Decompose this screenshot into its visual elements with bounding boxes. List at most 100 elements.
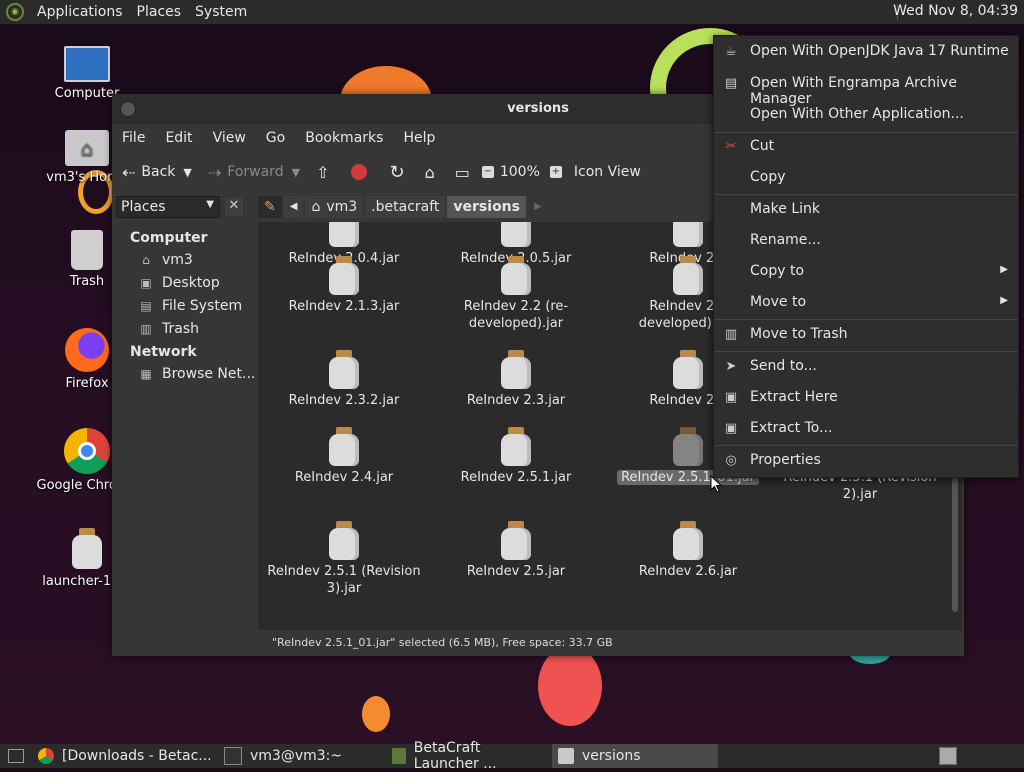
extract-icon: ▣	[724, 421, 738, 436]
forward-button[interactable]: ⇢ Forward	[208, 163, 284, 182]
submenu-arrow-icon: ▶	[1000, 264, 1008, 275]
terminal-icon	[224, 747, 242, 765]
jar-icon	[501, 222, 531, 248]
menu-bookmarks[interactable]: Bookmarks	[295, 130, 393, 146]
home-button[interactable]: ⌂	[425, 163, 435, 182]
home-icon: ⌂	[424, 162, 435, 182]
taskbar-item-label: versions	[582, 748, 641, 764]
home-icon: ⌂	[311, 199, 321, 215]
menu-item-move-to-trash[interactable]: ▥ Move to Trash	[714, 320, 1018, 350]
places-dropdown-label: Places	[121, 199, 166, 215]
file-item[interactable]: ReIndev 2.3.jar	[430, 350, 602, 409]
taskbar-item-betacraft[interactable]: BetaCraft Launcher ...	[386, 740, 552, 772]
places-menu[interactable]: Places	[130, 4, 189, 20]
menu-item-open-with-engrampa[interactable]: ▤ Open With Engrampa Archive Manager	[714, 69, 1018, 107]
status-bar: "ReIndev 2.5.1_01.jar" selected (6.5 MB)…	[258, 630, 964, 656]
reload-button[interactable]: ↻	[389, 162, 404, 183]
taskbar-item-versions[interactable]: versions	[552, 744, 718, 768]
stop-button[interactable]	[351, 164, 368, 180]
file-item[interactable]: ReIndev 2.5.jar	[430, 521, 602, 580]
app-icon	[392, 748, 406, 764]
menu-item-cut[interactable]: ✂ Cut	[714, 132, 1018, 162]
sidebar-item-trash[interactable]: ▥ Trash	[112, 317, 256, 340]
breadcrumb-back-arrow[interactable]: ◀	[283, 196, 304, 218]
breadcrumb-item-vm3[interactable]: ⌂ vm3	[305, 196, 364, 218]
sidebar-item-file-system[interactable]: ▤ File System	[112, 294, 256, 317]
sidebar-item-label: Trash	[162, 320, 199, 337]
zoom-out-icon: −	[481, 166, 494, 178]
breadcrumb-item-betacraft[interactable]: .betacraft	[365, 196, 446, 218]
system-menu[interactable]: System	[188, 4, 254, 20]
menu-item-send-to[interactable]: ➤ Send to...	[714, 352, 1018, 382]
chrome-icon	[64, 428, 110, 474]
menu-item-make-link[interactable]: Make Link	[714, 195, 1018, 225]
zoom-level[interactable]: 100%	[500, 164, 540, 180]
file-item[interactable]: ReIndev 2.4.jar	[258, 427, 430, 486]
menu-file[interactable]: File	[112, 130, 155, 146]
home-icon: ⌂	[142, 252, 150, 267]
bottom-panel: [Downloads - Betac... vm3@vm3:~ BetaCraf…	[0, 740, 1024, 772]
zoom-in-button[interactable]: +	[549, 166, 562, 178]
menu-item-move-to[interactable]: Move to ▶	[714, 288, 1018, 318]
show-desktop-button[interactable]	[0, 744, 32, 768]
sidebar-header-computer: Computer	[130, 230, 208, 246]
file-label: ReIndev 2.3.jar	[466, 393, 566, 408]
view-mode-selector[interactable]: Icon View	[574, 164, 641, 180]
menu-go[interactable]: Go	[256, 130, 295, 146]
zoom-in-icon: +	[549, 166, 562, 178]
menu-view[interactable]: View	[203, 130, 256, 146]
taskbar-item-downloads[interactable]: [Downloads - Betac...	[32, 744, 218, 768]
places-dropdown[interactable]: Places ▼	[116, 196, 220, 218]
sidebar-item-browse-network[interactable]: ▦ Browse Net...	[112, 362, 256, 385]
taskbar-item-terminal[interactable]: vm3@vm3:~	[218, 744, 386, 768]
back-button[interactable]: ⇠ Back	[122, 163, 175, 182]
file-item[interactable]: ReIndev 2.5.1.jar	[430, 427, 602, 486]
sidebar-item-desktop[interactable]: ▣ Desktop	[112, 271, 256, 294]
computer-button[interactable]: ▭	[455, 163, 470, 182]
back-label: Back	[141, 164, 176, 180]
workspace-switcher[interactable]	[939, 747, 957, 765]
arrow-left-icon: ⇠	[122, 162, 136, 182]
file-item[interactable]: ReIndev 2.6.jar	[602, 521, 774, 580]
file-label: ReIndev 2.2 (re-developed).jar	[463, 299, 569, 331]
jar-icon	[329, 256, 359, 296]
menu-item-rename[interactable]: Rename...	[714, 226, 1018, 256]
menu-help[interactable]: Help	[393, 130, 445, 146]
breadcrumb-item-versions[interactable]: versions	[447, 196, 526, 218]
back-history-dropdown[interactable]: ▼	[183, 166, 191, 179]
jar-icon	[329, 222, 359, 248]
desktop-icon-computer[interactable]: Computer	[32, 46, 142, 101]
breadcrumb-label: vm3	[326, 199, 358, 215]
applications-menu[interactable]: Applications	[30, 4, 130, 20]
menu-item-properties[interactable]: ◎ Properties	[714, 446, 1018, 476]
menu-item-open-with-java[interactable]: ☕ Open With OpenJDK Java 17 Runtime	[714, 37, 1018, 67]
close-sidebar-icon[interactable]: ✕	[225, 198, 243, 216]
menu-item-extract-here[interactable]: ▣ Extract Here	[714, 383, 1018, 413]
desktop-icon: ▣	[140, 275, 152, 290]
menu-item-open-with-other[interactable]: Open With Other Application...	[714, 100, 1018, 130]
arrow-right-icon: ⇢	[207, 162, 222, 182]
zoom-out-button[interactable]: −	[481, 166, 494, 178]
file-item[interactable]: ReIndev 2.3.2.jar	[258, 350, 430, 409]
up-button[interactable]: ⇧	[316, 163, 329, 182]
file-item[interactable]: ReIndev 2.5.1 (Revision 3).jar	[258, 521, 430, 597]
top-panel: ◉ Applications Places System Wed Nov 8, …	[0, 0, 1024, 24]
jar-icon	[673, 256, 703, 296]
menu-item-extract-to[interactable]: ▣ Extract To...	[714, 414, 1018, 444]
jar-icon	[501, 256, 531, 296]
sidebar-item-vm3[interactable]: ⌂ vm3	[112, 248, 256, 271]
edit-location-icon[interactable]: ✎	[258, 196, 282, 218]
menu-item-copy-to[interactable]: Copy to ▶	[714, 257, 1018, 287]
file-item[interactable]: ReIndev 2.1.3.jar	[258, 256, 430, 315]
clock[interactable]: Wed Nov 8, 04:39	[893, 3, 1018, 19]
file-item[interactable]: ReIndev 2.2 (re-developed).jar	[430, 256, 602, 332]
mate-logo-icon[interactable]: ◉	[6, 3, 24, 21]
forward-history-dropdown[interactable]: ▼	[292, 166, 300, 179]
menu-item-copy[interactable]: Copy	[714, 163, 1018, 193]
breadcrumb-forward-arrow[interactable]: ▶	[527, 196, 548, 218]
file-label: ReIndev 2.4.jar	[294, 470, 394, 485]
sidebar-item-label: File System	[162, 297, 243, 314]
send-icon: ➤	[725, 359, 737, 374]
menu-edit[interactable]: Edit	[155, 130, 202, 146]
taskbar-item-label: [Downloads - Betac...	[62, 748, 212, 764]
